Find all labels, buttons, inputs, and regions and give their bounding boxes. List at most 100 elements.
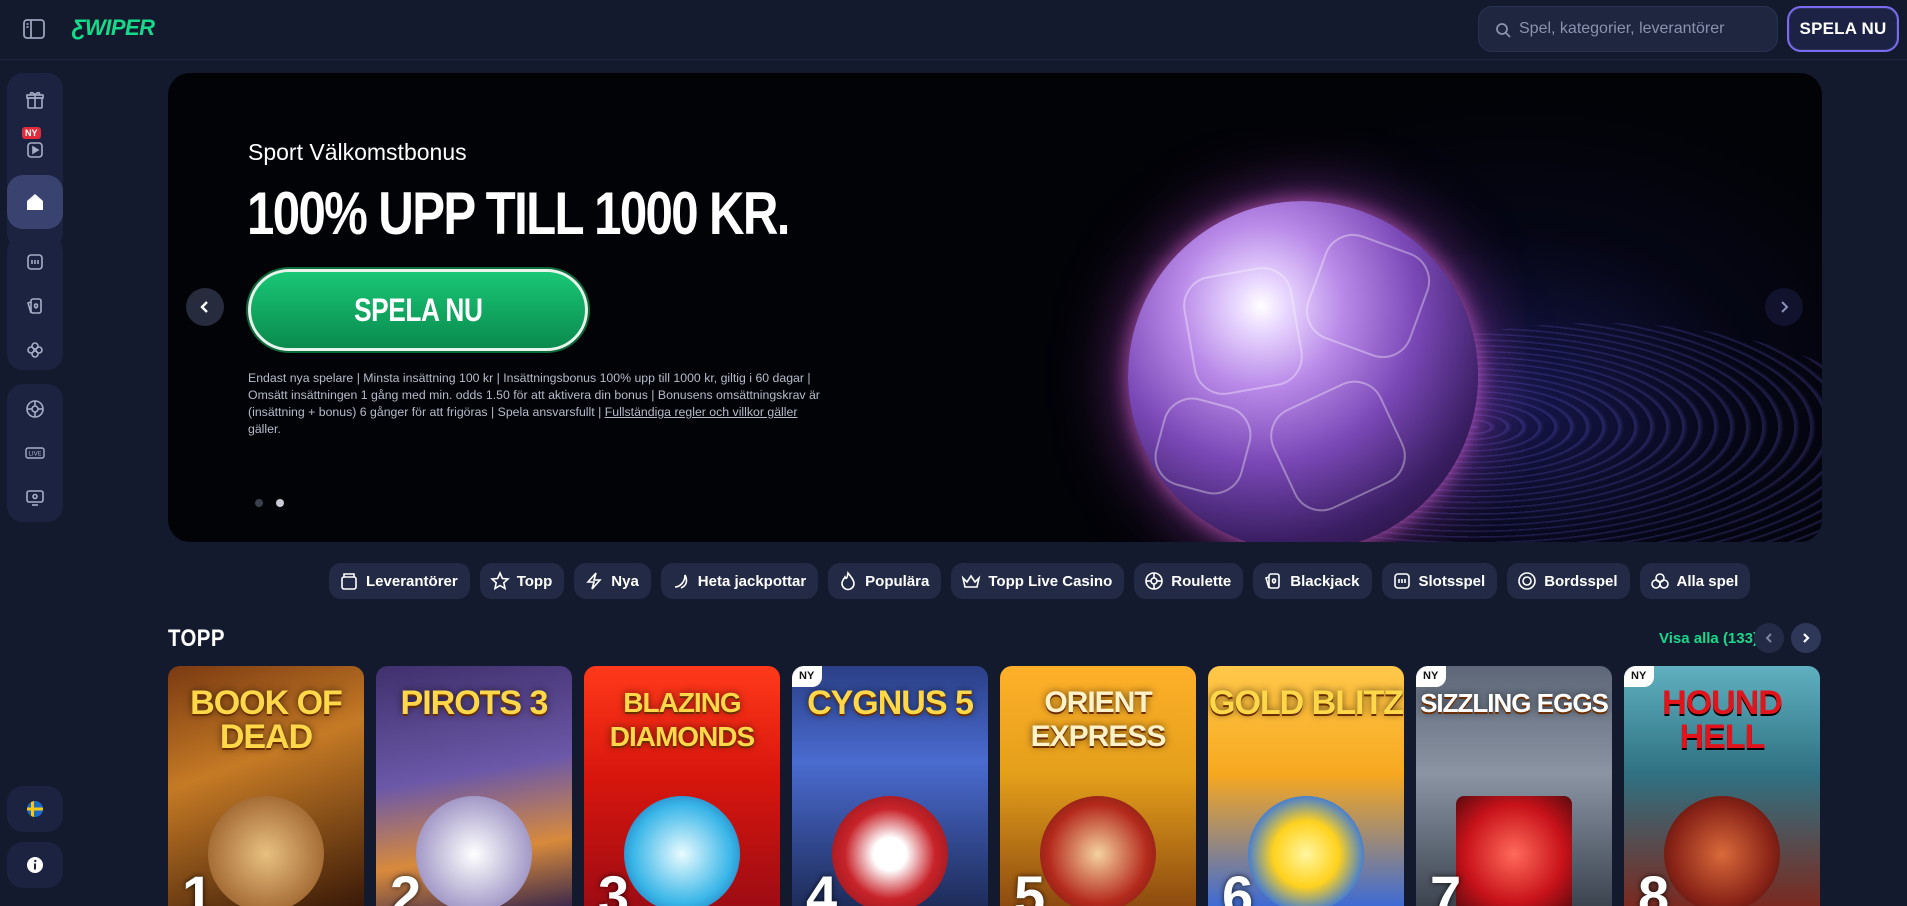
- games-next-button[interactable]: [1791, 623, 1821, 653]
- video-icon: [27, 142, 43, 158]
- banner-play-label: SPELA NU: [353, 291, 483, 328]
- category-hot-jackpots[interactable]: Heta jackpottar: [660, 563, 819, 599]
- view-all-link[interactable]: Visa alla (133): [1659, 630, 1758, 647]
- game-card[interactable]: SIZZLING EGGS NY 7: [1416, 666, 1612, 906]
- swedish-flag-icon: [27, 801, 43, 817]
- game-art: [832, 796, 948, 906]
- game-card[interactable]: BOOK OF DEAD 1: [168, 666, 364, 906]
- banner-terms: Endast nya spelare | Minsta insättning 1…: [248, 370, 828, 438]
- category-all-games[interactable]: Alla spel: [1639, 563, 1751, 599]
- chip-icon: [1518, 572, 1536, 590]
- new-badge: NY: [792, 666, 823, 687]
- live-icon: LIVE: [25, 447, 45, 459]
- category-label: Roulette: [1171, 572, 1232, 590]
- game-rank: 8: [1638, 864, 1670, 906]
- info-icon: [27, 857, 43, 873]
- banner-next-button[interactable]: [1765, 288, 1803, 326]
- category-providers[interactable]: Leverantörer: [329, 563, 470, 599]
- play-now-button[interactable]: SPELA NU: [1787, 6, 1899, 52]
- crown-icon: [961, 574, 981, 588]
- cards-icon: [27, 298, 42, 314]
- category-label: Topp: [516, 572, 553, 590]
- category-new[interactable]: Nya: [574, 563, 651, 599]
- category-top-live-casino[interactable]: Topp Live Casino: [951, 563, 1125, 599]
- category-label: Topp Live Casino: [988, 572, 1113, 590]
- games-prev-button[interactable]: [1754, 623, 1784, 653]
- game-art: [1456, 796, 1572, 906]
- flame-icon: [841, 571, 855, 591]
- sidebar-slots[interactable]: [7, 240, 63, 284]
- sidebar-toggle-icon[interactable]: [22, 17, 46, 41]
- category-label: Alla spel: [1676, 572, 1739, 590]
- banner-prev-button[interactable]: [186, 288, 224, 326]
- sidebar-gift[interactable]: [7, 75, 63, 125]
- sidebar-group-middle: [7, 236, 63, 370]
- category-label: Blackjack: [1290, 572, 1360, 590]
- banner-headline: 100% UPP TILL 1000 KR.: [247, 180, 790, 247]
- sidebar-video[interactable]: NY: [7, 125, 63, 175]
- roulette-icon: [1145, 572, 1164, 590]
- section-title: TOPP: [168, 625, 225, 652]
- sidebar-roulette[interactable]: [7, 387, 63, 431]
- sidebar-clover[interactable]: [7, 328, 63, 372]
- gift-icon: [26, 91, 44, 109]
- providers-icon: [341, 573, 357, 590]
- game-art: [1664, 796, 1780, 906]
- slide-dot-2[interactable]: [276, 499, 284, 507]
- sidebar-group-top: NY: [7, 73, 63, 249]
- category-slots[interactable]: Slotsspel: [1381, 563, 1498, 599]
- search-input[interactable]: [1519, 7, 1769, 51]
- star-icon: [489, 571, 510, 591]
- game-card[interactable]: PIROTS 3 2: [376, 666, 572, 906]
- hot-icon: [674, 574, 688, 589]
- game-art: [624, 796, 740, 906]
- svg-text:LIVE: LIVE: [28, 451, 41, 458]
- game-card[interactable]: CYGNUS 5 NY 4: [792, 666, 988, 906]
- game-card[interactable]: ORIENT EXPRESS 5: [1000, 666, 1196, 906]
- sidebar-cards[interactable]: [7, 284, 63, 328]
- promo-banner: Sport Välkomstbonus 100% UPP TILL 1000 K…: [168, 73, 1822, 542]
- clover-icon: [27, 342, 43, 358]
- banner-subtitle: Sport Välkomstbonus: [248, 139, 467, 165]
- game-card[interactable]: BLAZING DIAMONDS 3: [584, 666, 780, 906]
- game-rank: 7: [1430, 864, 1462, 906]
- new-badge: NY: [1624, 666, 1655, 687]
- cards-icon: [1265, 573, 1281, 589]
- category-blackjack[interactable]: Blackjack: [1253, 563, 1372, 599]
- info-button[interactable]: [7, 842, 63, 888]
- category-top[interactable]: Topp: [479, 563, 565, 599]
- game-rank: 6: [1222, 864, 1254, 906]
- category-table-games[interactable]: Bordsspel: [1507, 563, 1630, 599]
- game-title: GOLD BLITZ: [1209, 684, 1404, 722]
- search-icon: [1496, 23, 1511, 38]
- banner-play-button[interactable]: SPELA NU: [248, 269, 588, 351]
- slot-machine-icon: [1393, 573, 1410, 589]
- game-title: ORIENT EXPRESS: [1030, 686, 1167, 753]
- category-label: Bordsspel: [1544, 572, 1618, 590]
- category-roulette[interactable]: Roulette: [1134, 563, 1244, 599]
- roulette-icon: [26, 400, 44, 418]
- tv-icon: [26, 490, 44, 506]
- chevron-left-icon: [1765, 633, 1772, 643]
- chevron-right-icon: [1781, 301, 1789, 313]
- sidebar-live[interactable]: LIVE: [7, 431, 63, 475]
- home-icon: [27, 194, 43, 210]
- search-box[interactable]: [1478, 6, 1778, 52]
- game-card[interactable]: HOUND HELL NY 8: [1624, 666, 1820, 906]
- game-title: BOOK OF DEAD: [190, 684, 343, 756]
- football-image: [1128, 201, 1478, 542]
- game-card[interactable]: GOLD BLITZ 6: [1208, 666, 1404, 906]
- sidebar-home[interactable]: [7, 175, 63, 229]
- sidebar-tv[interactable]: [7, 475, 63, 519]
- slot-machine-icon: [27, 254, 43, 270]
- chevron-left-icon: [200, 301, 208, 313]
- terms-link[interactable]: Fullständiga regler och villkor gäller: [605, 405, 798, 419]
- category-popular[interactable]: Populära: [828, 563, 942, 599]
- game-title: PIROTS 3: [400, 684, 549, 722]
- language-button[interactable]: [7, 786, 63, 832]
- game-rank: 1: [182, 864, 214, 906]
- game-art: [1040, 796, 1156, 906]
- category-bar: Leverantörer Topp Nya Heta jackpottar Po…: [329, 563, 1751, 599]
- slide-dot-1[interactable]: [255, 499, 263, 507]
- logo[interactable]: ƸWIPER: [72, 15, 155, 41]
